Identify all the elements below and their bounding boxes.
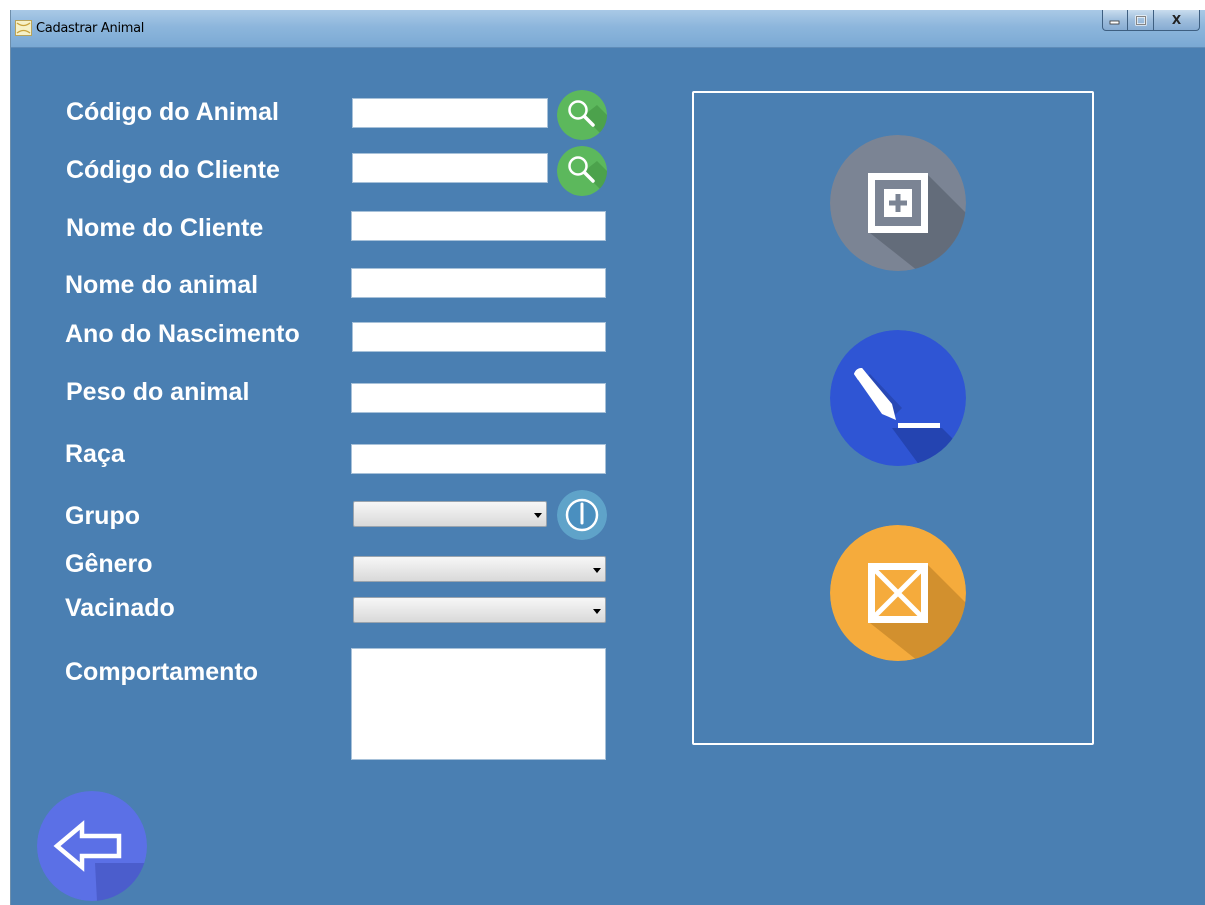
codigo-cliente-field[interactable] — [352, 153, 548, 183]
add-button[interactable] — [830, 135, 966, 271]
codigo-animal-label: Código do Animal — [66, 98, 279, 126]
ano-nascimento-field[interactable] — [352, 322, 606, 352]
nome-animal-label: Nome do animal — [65, 271, 259, 299]
title-bar: Cadastrar Animal X — [11, 10, 1205, 48]
delete-button[interactable] — [830, 525, 966, 661]
codigo-cliente-label: Código do Cliente — [66, 156, 280, 184]
window-title: Cadastrar Animal — [36, 21, 145, 36]
peso-field[interactable] — [351, 383, 606, 413]
search-icon — [557, 146, 607, 196]
nome-cliente-label: Nome do Cliente — [66, 214, 264, 242]
grupo-select[interactable] — [353, 501, 547, 527]
grupo-label: Grupo — [65, 502, 140, 530]
genero-select[interactable] — [353, 556, 606, 582]
close-icon: X — [1171, 13, 1182, 27]
vacinado-select[interactable] — [353, 597, 606, 623]
search-cliente-button[interactable] — [557, 146, 607, 196]
nome-cliente-field[interactable] — [351, 211, 606, 241]
comportamento-label: Comportamento — [65, 658, 259, 686]
ano-nascimento-label: Ano do Nascimento — [65, 320, 300, 348]
window-controls: X — [1102, 10, 1200, 32]
search-animal-button[interactable] — [557, 90, 607, 140]
add-icon — [830, 135, 966, 271]
minimize-icon — [1109, 20, 1120, 25]
comportamento-field[interactable] — [351, 648, 606, 760]
genero-label: Gênero — [65, 550, 153, 578]
chevron-down-icon — [593, 609, 601, 614]
codigo-animal-field[interactable] — [352, 98, 548, 128]
app-window: Cadastrar Animal X Código do Animal Códi… — [10, 10, 1205, 905]
power-button[interactable] — [557, 490, 607, 540]
edit-button[interactable] — [830, 330, 966, 466]
chevron-down-icon — [534, 513, 542, 518]
nome-animal-field[interactable] — [351, 268, 606, 298]
back-button[interactable] — [37, 791, 147, 901]
power-icon — [557, 490, 607, 540]
raca-label: Raça — [65, 440, 125, 468]
peso-label: Peso do animal — [66, 378, 250, 406]
maximize-button[interactable] — [1128, 10, 1154, 31]
app-icon — [15, 20, 32, 36]
delete-box-icon — [830, 525, 966, 661]
search-icon — [557, 90, 607, 140]
close-button[interactable]: X — [1154, 10, 1200, 31]
raca-field[interactable] — [351, 444, 606, 474]
maximize-icon — [1134, 14, 1147, 26]
vacinado-label: Vacinado — [65, 594, 175, 622]
pencil-icon — [830, 330, 966, 466]
minimize-button[interactable] — [1102, 10, 1128, 31]
chevron-down-icon — [593, 568, 601, 573]
back-arrow-icon — [37, 791, 147, 901]
